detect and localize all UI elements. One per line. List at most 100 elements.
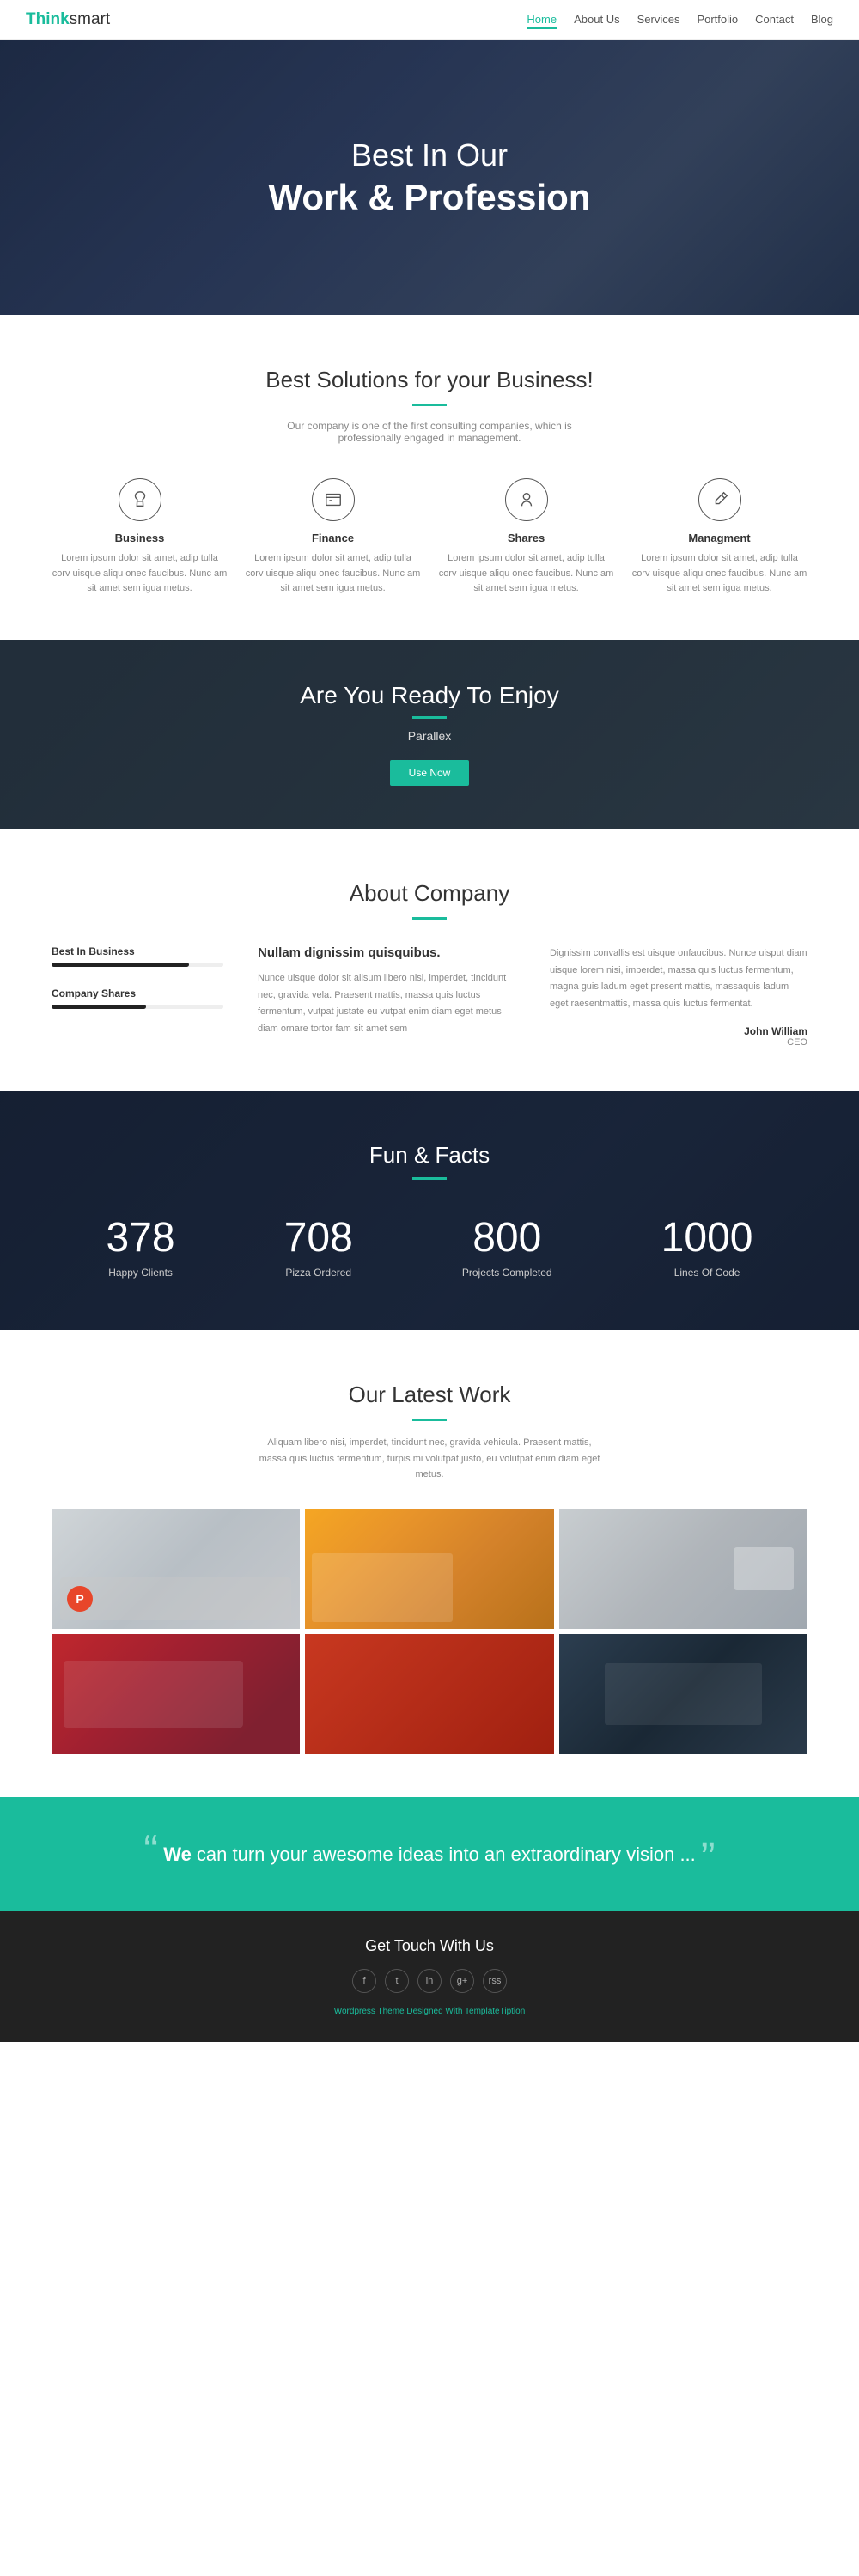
social-google[interactable]: g+	[450, 1969, 474, 1993]
work-grid: P	[52, 1509, 807, 1754]
facts-title: Fun & Facts	[52, 1142, 807, 1169]
footer-note-brand: TemplateTiption	[465, 2007, 525, 2016]
progress-fill-shares	[52, 1005, 146, 1009]
feature-management-desc: Lorem ipsum dolor sit amet, adip tulla c…	[631, 551, 807, 597]
work-title: Our Latest Work	[52, 1382, 807, 1408]
fact-projects-label: Projects Completed	[462, 1267, 552, 1279]
nav-portfolio[interactable]: Portfolio	[697, 13, 738, 26]
about-right-text: Dignissim convallis est uisque onfaucibu…	[550, 945, 807, 1013]
fact-clients: 378 Happy Clients	[107, 1214, 175, 1279]
feature-business-title: Business	[52, 532, 228, 544]
solutions-section: Best Solutions for your Business! Our co…	[0, 315, 859, 640]
about-right: Dignissim convallis est uisque onfaucibu…	[550, 945, 807, 1048]
feature-shares-title: Shares	[438, 532, 614, 544]
fact-projects-number: 800	[462, 1214, 552, 1261]
stat-shares: Company Shares	[52, 987, 223, 1009]
nav-contact[interactable]: Contact	[755, 13, 794, 26]
about-stats: Best In Business Company Shares	[52, 945, 223, 1048]
work-item-4[interactable]	[52, 1634, 300, 1754]
about-accent	[412, 917, 447, 920]
shares-icon	[505, 478, 548, 521]
fact-pizza-number: 708	[284, 1214, 353, 1261]
quote-body: can turn your awesome ideas into an extr…	[192, 1844, 696, 1865]
footer: Get Touch With Us f t in g+ rss Wordpres…	[0, 1911, 859, 2042]
feature-finance: Finance Lorem ipsum dolor sit amet, adip…	[245, 478, 421, 597]
fact-code-label: Lines Of Code	[661, 1267, 753, 1279]
facts-accent	[412, 1177, 447, 1180]
quote-section: “ We can turn your awesome ideas into an…	[0, 1797, 859, 1911]
stat-shares-label: Company Shares	[52, 987, 223, 999]
fact-clients-label: Happy Clients	[107, 1267, 175, 1279]
work-section: Our Latest Work Aliquam libero nisi, imp…	[0, 1330, 859, 1797]
quote-text: “ We can turn your awesome ideas into an…	[69, 1840, 790, 1868]
about-content: Best In Business Company Shares Nullam d…	[52, 945, 807, 1048]
fact-projects: 800 Projects Completed	[462, 1214, 552, 1279]
work-item-3[interactable]	[559, 1509, 807, 1629]
about-center-title: Nullam dignissim quisquibus.	[258, 945, 515, 960]
work-item-1[interactable]: P	[52, 1509, 300, 1629]
progress-bar-shares	[52, 1005, 223, 1009]
nav-links: Home About Us Services Portfolio Contact…	[527, 12, 833, 27]
work-item-5[interactable]	[305, 1634, 553, 1754]
about-section: About Company Best In Business Company S…	[0, 829, 859, 1091]
social-icons: f t in g+ rss	[26, 1969, 833, 1993]
footer-note-pre: Wordpress Theme Designed With	[334, 2007, 465, 2016]
feature-finance-desc: Lorem ipsum dolor sit amet, adip tulla c…	[245, 551, 421, 597]
social-rss[interactable]: rss	[483, 1969, 507, 1993]
feature-business-desc: Lorem ipsum dolor sit amet, adip tulla c…	[52, 551, 228, 597]
feature-business: Business Lorem ipsum dolor sit amet, adi…	[52, 478, 228, 597]
social-twitter[interactable]: t	[385, 1969, 409, 1993]
logo: Thinksmart	[26, 10, 110, 29]
fact-pizza: 708 Pizza Ordered	[284, 1214, 353, 1279]
solutions-subtitle: Our company is one of the first consulti…	[258, 420, 601, 444]
about-center: Nullam dignissim quisquibus. Nunce uisqu…	[258, 945, 515, 1048]
social-facebook[interactable]: f	[352, 1969, 376, 1993]
fact-pizza-label: Pizza Ordered	[284, 1267, 353, 1279]
parallex-subtitle: Parallex	[408, 729, 452, 743]
management-icon	[698, 478, 741, 521]
nav-home[interactable]: Home	[527, 13, 557, 29]
facts-section: Fun & Facts 378 Happy Clients 708 Pizza …	[0, 1091, 859, 1330]
finance-icon	[312, 478, 355, 521]
progress-fill-business	[52, 963, 189, 967]
solutions-accent	[412, 404, 447, 406]
nav-about[interactable]: About Us	[574, 13, 619, 26]
work-item-2[interactable]	[305, 1509, 553, 1629]
facts-grid: 378 Happy Clients 708 Pizza Ordered 800 …	[52, 1214, 807, 1279]
about-author: John William	[550, 1025, 807, 1037]
quote-we: We	[163, 1844, 192, 1865]
fact-code-number: 1000	[661, 1214, 753, 1261]
hero-section: Best In Our Work & Profession	[0, 40, 859, 315]
solutions-title: Best Solutions for your Business!	[52, 367, 807, 393]
nav-services[interactable]: Services	[637, 13, 680, 26]
quote-close: ”	[701, 1833, 716, 1881]
about-title: About Company	[52, 880, 807, 907]
footer-note: Wordpress Theme Designed With TemplateTi…	[26, 2007, 833, 2016]
features-grid: Business Lorem ipsum dolor sit amet, adi…	[52, 478, 807, 597]
parallex-accent	[412, 716, 447, 719]
work-subtitle: Aliquam libero nisi, imperdet, tincidunt…	[258, 1435, 601, 1483]
parallex-section: Are You Ready To Enjoy Parallex Use Now	[0, 640, 859, 829]
progress-bar-business	[52, 963, 223, 967]
about-role: CEO	[550, 1037, 807, 1048]
work-item-6[interactable]	[559, 1634, 807, 1754]
social-linkedin[interactable]: in	[417, 1969, 442, 1993]
logo-smart: smart	[70, 10, 111, 28]
footer-title: Get Touch With Us	[26, 1937, 833, 1955]
logo-think: Think	[26, 10, 70, 28]
feature-shares-desc: Lorem ipsum dolor sit amet, adip tulla c…	[438, 551, 614, 597]
quote-open: “	[143, 1826, 158, 1874]
navbar: Thinksmart Home About Us Services Portfo…	[0, 0, 859, 40]
feature-management: Managment Lorem ipsum dolor sit amet, ad…	[631, 478, 807, 597]
fact-clients-number: 378	[107, 1214, 175, 1261]
fact-code: 1000 Lines Of Code	[661, 1214, 753, 1279]
nav-blog[interactable]: Blog	[811, 13, 833, 26]
work-accent	[412, 1419, 447, 1421]
parallex-title: Are You Ready To Enjoy	[300, 682, 558, 709]
hero-line1: Best In Our	[351, 137, 508, 173]
use-now-button[interactable]: Use Now	[390, 760, 470, 786]
feature-finance-title: Finance	[245, 532, 421, 544]
business-icon	[119, 478, 161, 521]
feature-shares: Shares Lorem ipsum dolor sit amet, adip …	[438, 478, 614, 597]
stat-business-label: Best In Business	[52, 945, 223, 957]
